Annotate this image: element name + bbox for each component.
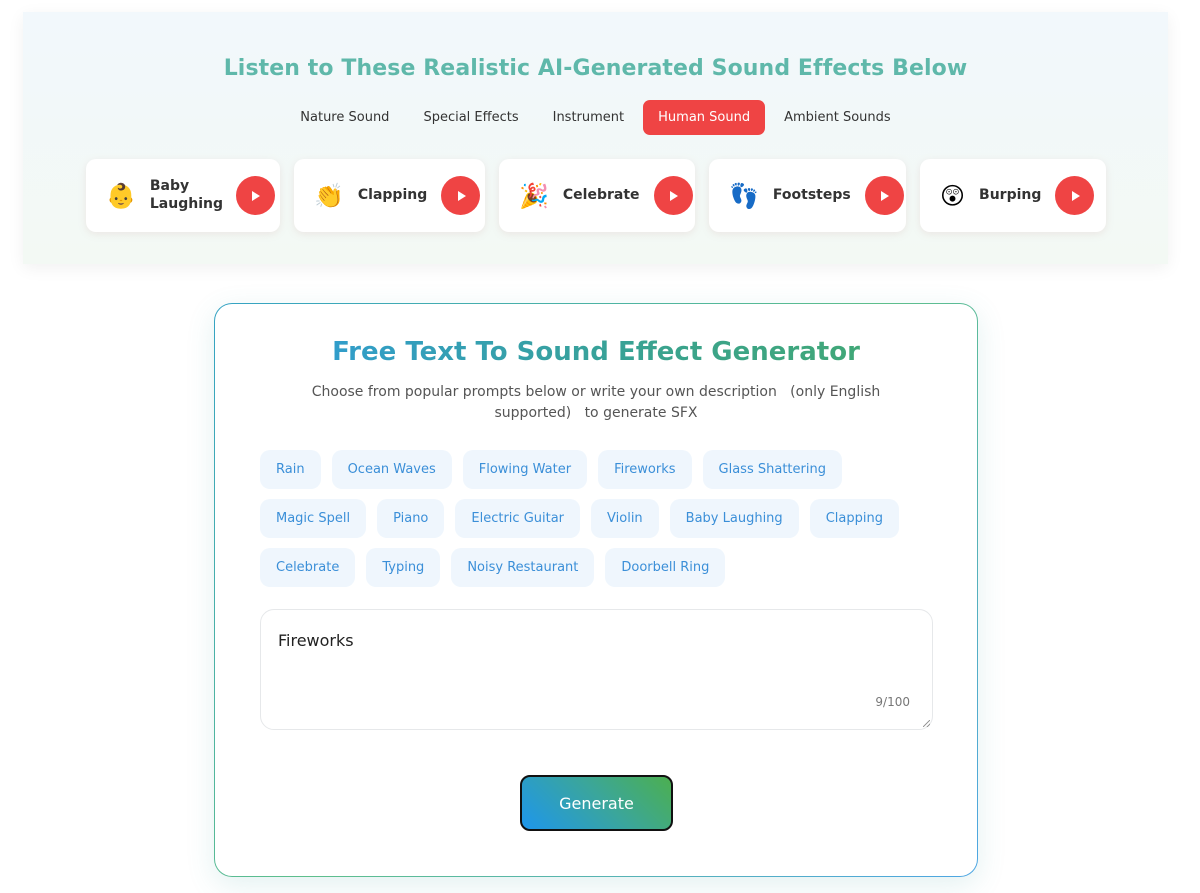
prompt-chip-clapping[interactable]: Clapping [809, 499, 899, 538]
resize-handle[interactable] [923, 720, 930, 727]
category-tabs: Nature Sound Special Effects Instrument … [23, 100, 1168, 135]
play-button[interactable] [1055, 176, 1095, 215]
prompt-chip-ocean-waves[interactable]: Ocean Waves [331, 450, 452, 489]
generator-subtitle: Choose from popular prompts below or wri… [311, 384, 885, 421]
play-icon [670, 190, 679, 201]
party-popper-icon: 🎉 [519, 181, 549, 210]
play-button[interactable] [441, 176, 481, 215]
sound-card-clapping: 👏 Clapping [294, 159, 485, 232]
sound-card-label: Footsteps [772, 186, 851, 203]
sound-card-label: Celebrate [562, 186, 640, 203]
tab-nature-sound[interactable]: Nature Sound [285, 100, 404, 135]
play-icon [881, 190, 890, 201]
sound-card-list: 👶 Baby Laughing 👏 Clapping 🎉 Celebrate 👣… [86, 159, 1106, 232]
play-icon [457, 190, 466, 201]
prompt-chip-violin[interactable]: Violin [591, 499, 659, 538]
prompt-chip-celebrate[interactable]: Celebrate [260, 548, 356, 587]
prompt-chip-baby-laughing[interactable]: Baby Laughing [669, 499, 799, 538]
character-counter: 9/100 [875, 695, 910, 709]
sound-card-label: Burping [979, 186, 1042, 203]
prompt-chip-magic-spell[interactable]: Magic Spell [260, 499, 367, 538]
tab-special-effects[interactable]: Special Effects [408, 100, 533, 135]
prompt-chip-flowing-water[interactable]: Flowing Water [462, 450, 588, 489]
prompt-chip-electric-guitar[interactable]: Electric Guitar [455, 499, 581, 538]
prompt-chip-glass-shattering[interactable]: Glass Shattering [702, 450, 842, 489]
prompt-input-container: 9/100 [260, 609, 933, 730]
play-icon [1071, 190, 1080, 201]
prompt-chip-list: Rain Ocean Waves Flowing Water Fireworks… [260, 450, 940, 587]
generator-title: Free Text To Sound Effect Generator [215, 337, 977, 367]
showcase-title: Listen to These Realistic AI-Generated S… [223, 56, 968, 81]
prompt-chip-typing[interactable]: Typing [366, 548, 441, 587]
footprints-icon: 👣 [729, 181, 759, 210]
play-button[interactable] [864, 176, 904, 215]
play-button[interactable] [235, 176, 275, 215]
prompt-chip-fireworks[interactable]: Fireworks [598, 450, 692, 489]
prompt-chip-noisy-restaurant[interactable]: Noisy Restaurant [451, 548, 595, 587]
sound-card-label: Baby Laughing [149, 178, 224, 212]
prompt-chip-doorbell-ring[interactable]: Doorbell Ring [605, 548, 726, 587]
play-button[interactable] [653, 176, 693, 215]
sound-generator-card: Free Text To Sound Effect Generator Choo… [214, 303, 978, 877]
tab-instrument[interactable]: Instrument [538, 100, 640, 135]
sound-card-baby-laughing: 👶 Baby Laughing [86, 159, 280, 232]
astonished-face-icon: 😲 [940, 181, 966, 210]
play-icon [252, 190, 261, 201]
prompt-textarea[interactable] [261, 610, 932, 729]
sound-card-footsteps: 👣 Footsteps [709, 159, 906, 232]
tab-human-sound[interactable]: Human Sound [643, 100, 766, 135]
baby-face-icon: 👶 [106, 181, 136, 210]
tab-ambient-sounds[interactable]: Ambient Sounds [769, 100, 906, 135]
generate-button[interactable]: Generate [520, 775, 673, 831]
sound-card-label: Clapping [357, 186, 428, 203]
prompt-chip-rain[interactable]: Rain [260, 450, 321, 489]
sound-card-burping: 😲 Burping [920, 159, 1106, 232]
prompt-chip-piano[interactable]: Piano [377, 499, 445, 538]
sound-card-celebrate: 🎉 Celebrate [499, 159, 695, 232]
sound-showcase-section: Listen to These Realistic AI-Generated S… [23, 12, 1168, 264]
clapping-hands-icon: 👏 [314, 181, 344, 210]
